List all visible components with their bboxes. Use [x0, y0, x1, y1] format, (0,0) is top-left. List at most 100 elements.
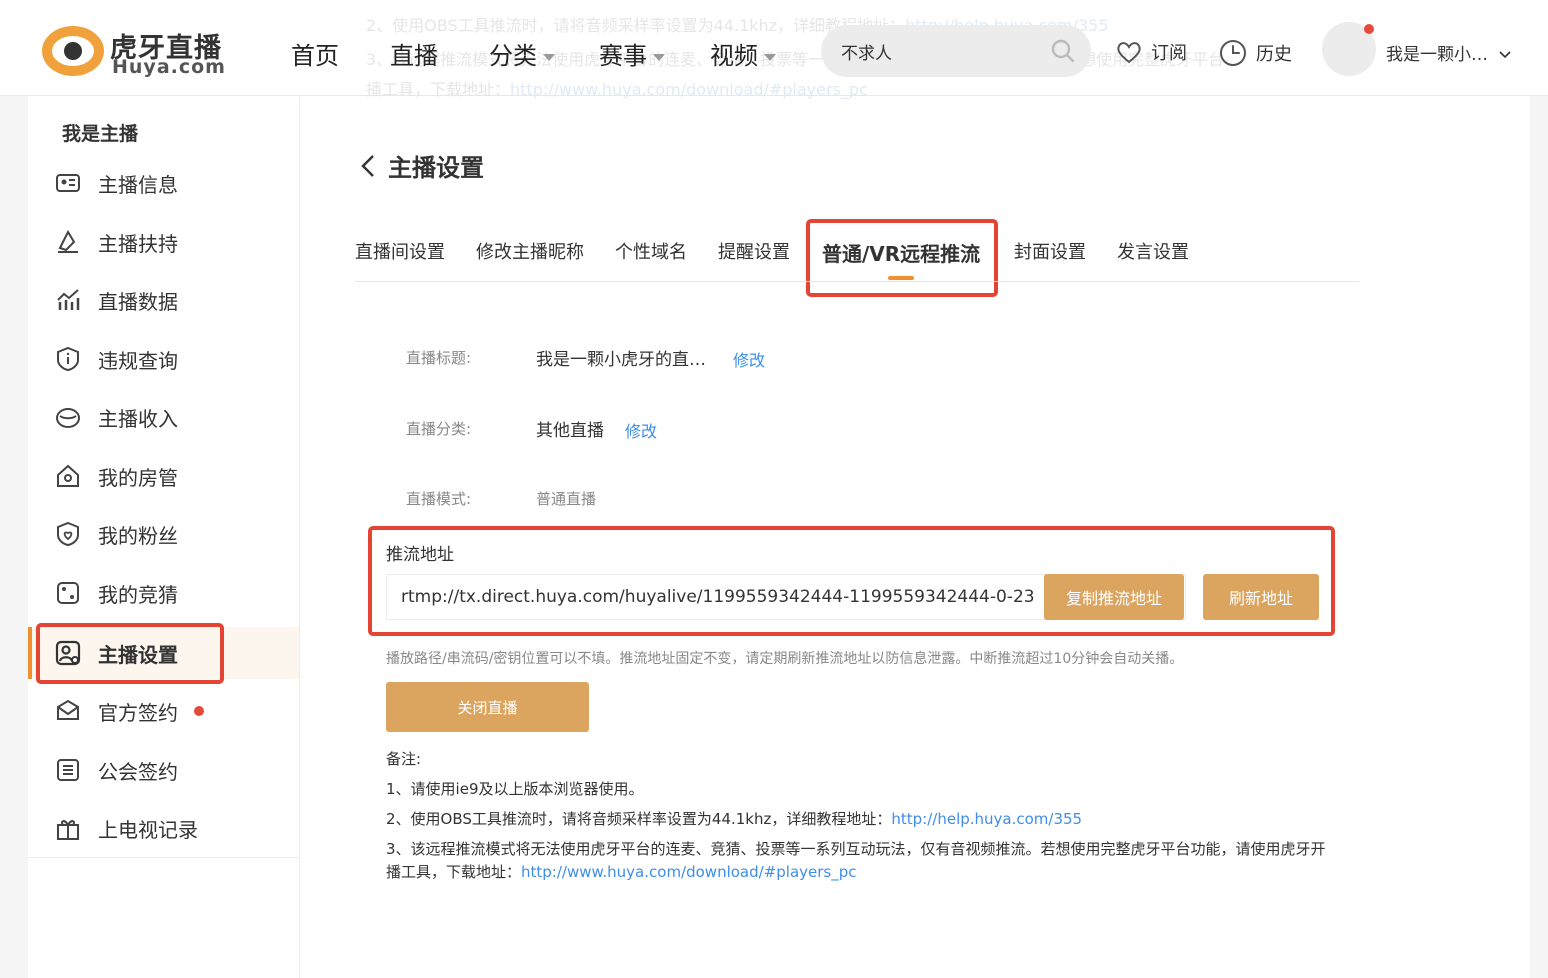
tiger-logo-icon — [42, 26, 104, 76]
subscribe-label: 订阅 — [1151, 43, 1187, 64]
subscribe-button[interactable]: 订阅 — [1115, 38, 1187, 66]
sidebar-item-label: 主播扶持 — [98, 231, 178, 256]
stream-address-label: 推流地址 — [386, 545, 454, 565]
username-label: 我是一颗小… — [1386, 45, 1488, 65]
nav-events[interactable]: 赛事 — [599, 36, 665, 71]
income-icon — [56, 408, 80, 428]
sidebar-item-room-admin[interactable]: 我的房管 — [28, 450, 299, 502]
tab-chat[interactable]: 发言设置 — [1117, 238, 1189, 264]
note-line-4-text: 播工具，下载地址： — [386, 863, 522, 881]
sidebar-item-anchor-support[interactable]: 主播扶持 — [28, 216, 299, 268]
tab-custom-domain[interactable]: 个性域名 — [615, 238, 687, 264]
sidebar-item-label: 违规查询 — [98, 348, 178, 373]
huya-logo[interactable]: 虎牙直播 Huya.com — [42, 22, 232, 80]
search-icon[interactable] — [1051, 39, 1075, 63]
nav-category[interactable]: 分类 — [489, 36, 555, 71]
sidebar-item-guess[interactable]: 我的竞猜 — [28, 567, 299, 619]
back-button[interactable]: 主播设置 — [360, 148, 484, 183]
note-line-2-text: 2、使用OBS工具推流时，请将音频采样率设置为44.1khz，详细教程地址： — [386, 810, 892, 828]
copy-stream-url-button[interactable]: 复制推流地址 — [1044, 574, 1184, 620]
tab-remote-stream[interactable]: 普通/VR远程推流 — [822, 238, 980, 267]
mode-label: 直播模式: — [406, 490, 472, 508]
category-value: 其他直播 — [536, 421, 604, 441]
gift-icon — [57, 820, 79, 840]
id-card-icon — [56, 174, 80, 192]
notification-dot — [1364, 24, 1374, 34]
notification-dot — [194, 706, 204, 716]
contract-icon — [57, 699, 79, 720]
sidebar-item-label: 直播数据 — [98, 289, 178, 314]
sidebar-item-anchor-info[interactable]: 主播信息 — [28, 157, 299, 209]
history-label: 历史 — [1256, 44, 1292, 65]
sidebar-item-tv-record[interactable]: 上电视记录 — [28, 802, 299, 854]
house-icon — [57, 464, 79, 487]
sidebar-item-live-data[interactable]: 直播数据 — [28, 274, 299, 326]
chevron-left-icon — [361, 154, 374, 177]
active-tab-indicator — [888, 276, 914, 280]
search-input[interactable] — [841, 37, 1041, 65]
sidebar-divider — [28, 857, 299, 858]
top-header: 2、使用OBS工具推流时，请将音频采样率设置为44.1khz，详细教程地址：ht… — [0, 0, 1548, 99]
sidebar-item-label: 主播收入 — [98, 406, 178, 431]
sidebar-item-label: 我的房管 — [98, 465, 178, 490]
history-button[interactable]: 历史 — [1218, 38, 1292, 68]
sidebar-title: 我是主播 — [62, 123, 139, 145]
sidebar-item-official-contract[interactable]: 官方签约 — [28, 685, 299, 737]
sidebar-item-label: 官方签约 — [98, 700, 178, 725]
refresh-url-button[interactable]: 刷新地址 — [1203, 574, 1319, 620]
page-title: 主播设置 — [388, 154, 484, 182]
guild-icon — [57, 759, 79, 781]
stats-icon — [57, 289, 80, 310]
note-line-2: 2、使用OBS工具推流时，请将音频采样率设置为44.1khz，详细教程地址：ht… — [386, 808, 1082, 829]
nav-home[interactable]: 首页 — [291, 36, 339, 71]
heart-icon — [1117, 42, 1141, 64]
notes-title: 备注: — [386, 750, 422, 768]
sidebar-item-guild-contract[interactable]: 公会签约 — [28, 744, 299, 796]
sidebar-item-violation-query[interactable]: 违规查询 — [28, 333, 299, 385]
chevron-down-icon — [543, 53, 555, 61]
support-icon — [58, 229, 78, 253]
sidebar-item-label: 我的粉丝 — [98, 523, 178, 548]
edit-title-link[interactable]: 修改 — [733, 347, 765, 371]
title-value: 我是一颗小虎牙的直… — [536, 350, 706, 370]
chevron-down-icon — [653, 53, 665, 61]
nav-video[interactable]: 视频 — [710, 36, 776, 71]
highlight-box-settings — [36, 623, 224, 684]
sidebar-item-label: 公会签约 — [98, 759, 178, 784]
tab-reminder[interactable]: 提醒设置 — [718, 238, 790, 264]
stream-hint: 播放路径/串流码/密钥位置可以不填。推流地址固定不变，请定期刷新推流地址以防信息… — [386, 651, 1184, 667]
fans-icon — [57, 521, 79, 547]
note-line-3: 3、该远程推流模式将无法使用虎牙平台的连麦、竞猜、投票等一系列互动玩法，仅有音视… — [386, 840, 1326, 858]
nav-live[interactable]: 直播 — [390, 36, 438, 71]
help-link[interactable]: http://help.huya.com/355 — [891, 810, 1082, 828]
tab-cover[interactable]: 封面设置 — [1014, 238, 1086, 264]
sidebar-item-label: 我的竞猜 — [98, 582, 178, 607]
tab-nickname[interactable]: 修改主播昵称 — [476, 238, 584, 264]
note-line-1: 1、请使用ie9及以上版本浏览器使用。 — [386, 780, 644, 798]
dice-icon — [57, 582, 79, 604]
avatar[interactable] — [1322, 22, 1376, 76]
clock-icon — [1220, 40, 1246, 66]
sidebar-item-income[interactable]: 主播收入 — [28, 391, 299, 443]
logo-subtext: Huya.com — [112, 56, 226, 78]
note-line-4: 播工具，下载地址：http://www.huya.com/download/#p… — [386, 861, 857, 882]
sidebar-item-label: 上电视记录 — [98, 817, 198, 842]
sidebar: 我是主播 主播信息 主播扶持 直播数据 违规查询 主播收入 我的房管 我的粉丝 … — [28, 97, 300, 978]
tab-room-settings[interactable]: 直播间设置 — [355, 238, 445, 264]
info-shield-icon — [57, 346, 79, 372]
search-box — [821, 25, 1091, 77]
sidebar-item-label: 主播信息 — [98, 172, 178, 197]
title-label: 直播标题: — [406, 349, 472, 367]
close-live-button[interactable]: 关闭直播 — [386, 682, 589, 732]
active-indicator — [28, 627, 32, 679]
chevron-down-icon — [764, 53, 776, 61]
mode-value: 普通直播 — [536, 490, 597, 508]
settings-tabs: 直播间设置 修改主播昵称 个性域名 提醒设置 普通/VR远程推流 封面设置 发言… — [355, 236, 1359, 282]
chevron-down-icon — [1499, 51, 1511, 59]
category-label: 直播分类: — [406, 420, 472, 438]
download-link[interactable]: http://www.huya.com/download/#players_pc — [521, 863, 856, 881]
user-menu[interactable]: 我是一颗小… — [1386, 40, 1511, 65]
sidebar-item-fans[interactable]: 我的粉丝 — [28, 508, 299, 560]
edit-category-link[interactable]: 修改 — [625, 418, 657, 442]
ghost-note-line3: 播工具，下载地址：http://www.huya.com/download/#p… — [366, 80, 868, 99]
